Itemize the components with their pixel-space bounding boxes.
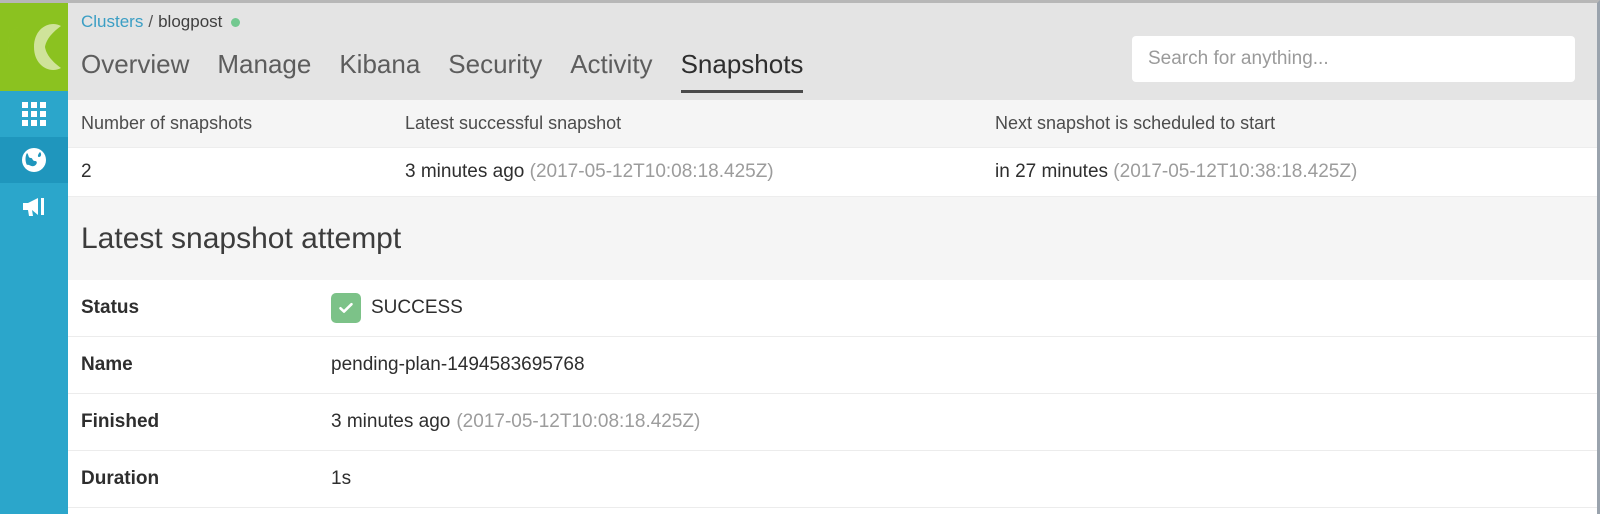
detail-row-duration: Duration 1s [68, 451, 1597, 508]
tab-activity[interactable]: Activity [570, 47, 652, 93]
latest-relative-time: 3 minutes ago [405, 161, 525, 182]
breadcrumb-separator: / [148, 12, 154, 31]
page-header: Clusters / blogpost Overview Manage Kiba… [68, 3, 1597, 100]
grid-apps-icon [21, 101, 47, 127]
detail-row-status: Status SUCCESS [68, 280, 1597, 337]
search-input[interactable] [1132, 36, 1575, 82]
next-absolute-time: (2017-05-12T10:38:18.425Z) [1113, 161, 1358, 182]
detail-value-duration: 1s [331, 468, 352, 489]
megaphone-icon [20, 193, 48, 219]
section-title-latest-snapshot-attempt: Latest snapshot attempt [81, 221, 402, 255]
left-sidebar [0, 3, 68, 514]
elastic-cloud-logo[interactable] [0, 3, 68, 91]
value-next-snapshot-scheduled: in 27 minutes (2017-05-12T10:38:18.425Z) [995, 161, 1597, 183]
breadcrumb-link-clusters[interactable]: Clusters [81, 11, 143, 33]
detail-label-duration: Duration [81, 468, 160, 489]
summary-table-header: Number of snapshots Latest successful sn… [68, 100, 1597, 148]
search-container [1132, 36, 1575, 82]
section-band: Latest snapshot attempt [68, 196, 1597, 280]
detail-label-name: Name [81, 354, 133, 375]
detail-value-status: SUCCESS [331, 293, 463, 323]
sidebar-item-announcements[interactable] [0, 183, 68, 229]
detail-label-status: Status [81, 297, 140, 318]
detail-label-finished: Finished [81, 411, 160, 432]
column-header-number-of-snapshots: Number of snapshots [81, 113, 253, 133]
breadcrumb-current-blogpost: blogpost [158, 12, 223, 31]
main-content: Clusters / blogpost Overview Manage Kiba… [68, 3, 1597, 514]
check-icon [331, 293, 361, 323]
detail-value-finished: 3 minutes ago (2017-05-12T10:08:18.425Z) [331, 411, 700, 433]
column-header-latest-successful-snapshot: Latest successful snapshot [405, 113, 622, 133]
sidebar-item-apps[interactable] [0, 91, 68, 137]
finished-absolute-time: (2017-05-12T10:08:18.425Z) [456, 411, 701, 432]
finished-relative-time: 3 minutes ago [331, 411, 451, 432]
breadcrumb: Clusters / blogpost [81, 3, 1597, 33]
summary-table-row: 2 3 minutes ago (2017-05-12T10:08:18.425… [68, 148, 1597, 196]
detail-value-name: pending-plan-1494583695768 [331, 354, 585, 375]
detail-row-finished: Finished 3 minutes ago (2017-05-12T10:08… [68, 394, 1597, 451]
next-relative-time: in 27 minutes [995, 161, 1109, 182]
sidebar-item-deployments[interactable] [0, 137, 68, 183]
value-number-of-snapshots: 2 [81, 161, 92, 182]
detail-row-name: Name pending-plan-1494583695768 [68, 337, 1597, 394]
tab-manage[interactable]: Manage [217, 47, 311, 93]
globe-icon [20, 146, 48, 174]
value-latest-successful-snapshot: 3 minutes ago (2017-05-12T10:08:18.425Z) [405, 161, 995, 183]
tab-snapshots[interactable]: Snapshots [680, 47, 804, 93]
status-badge-text: SUCCESS [371, 297, 463, 318]
latest-absolute-time: (2017-05-12T10:08:18.425Z) [529, 161, 774, 182]
cluster-status-dot [231, 17, 241, 27]
tab-overview[interactable]: Overview [81, 47, 189, 93]
tab-kibana[interactable]: Kibana [339, 47, 420, 93]
column-header-next-snapshot-scheduled: Next snapshot is scheduled to start [995, 113, 1276, 133]
app-window: Clusters / blogpost Overview Manage Kiba… [0, 0, 1600, 514]
tab-security[interactable]: Security [448, 47, 542, 93]
